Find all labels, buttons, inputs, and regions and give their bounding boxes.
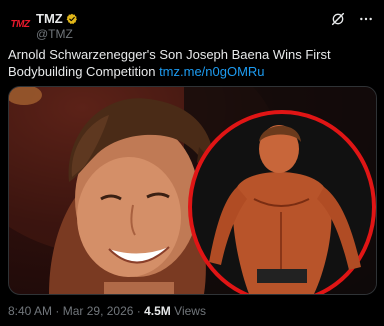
views-label: Views xyxy=(174,304,206,318)
tweet-date[interactable]: Mar 29, 2026 xyxy=(63,304,134,318)
bodybuilder-inset xyxy=(188,110,376,294)
display-name[interactable]: TMZ xyxy=(36,11,63,26)
more-icon[interactable] xyxy=(358,11,374,27)
grok-icon[interactable] xyxy=(330,11,346,27)
avatar[interactable]: TMZ xyxy=(8,12,32,36)
tweet-time[interactable]: 8:40 AM xyxy=(8,304,52,318)
author-name-row[interactable]: TMZ xyxy=(36,11,78,26)
tweet-link[interactable]: tmz.me/n0gOMRu xyxy=(159,64,264,79)
header-actions xyxy=(330,11,374,27)
avatar-logo-text: TMZ xyxy=(10,18,30,30)
meta-separator: · xyxy=(55,304,60,318)
tweet[interactable]: TMZ TMZ @TMZ Arnold Schwarzenegger's Son… xyxy=(0,0,384,326)
tweet-text: Arnold Schwarzenegger's Son Joseph Baena… xyxy=(8,46,376,80)
handle[interactable]: @TMZ xyxy=(36,27,73,41)
views-count: 4.5M xyxy=(144,304,171,318)
media-illustration xyxy=(9,87,376,294)
tweet-meta: 8:40 AM · Mar 29, 2026 · 4.5M Views xyxy=(8,304,206,318)
verified-badge-icon xyxy=(66,13,77,24)
meta-separator: · xyxy=(136,304,141,318)
tweet-media-image[interactable] xyxy=(8,86,377,295)
